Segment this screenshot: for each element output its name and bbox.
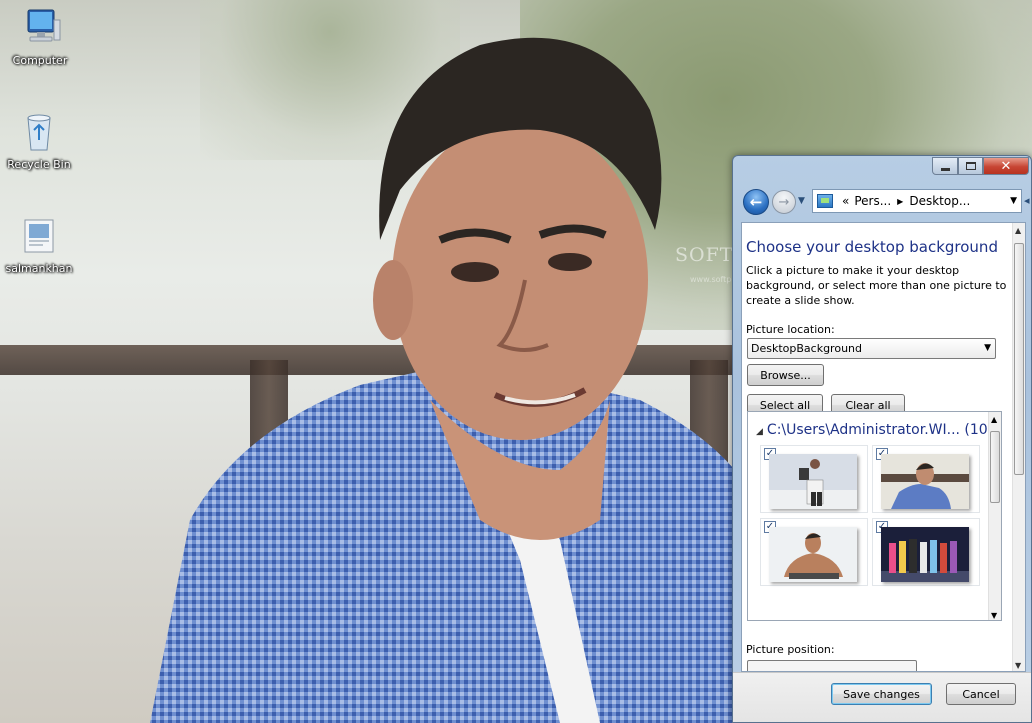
scroll-up-icon[interactable]: ▲ <box>991 415 997 424</box>
theme-file-icon <box>24 219 54 253</box>
desktop-icon-recycle-bin[interactable]: Recycle Bin <box>1 110 77 171</box>
content-scrollbar[interactable]: ▲ ▼ <box>1012 223 1025 671</box>
gallery-group-header[interactable]: ◢ C:\Users\Administrator.WI... (10) <box>756 422 993 438</box>
scroll-down-icon[interactable]: ▼ <box>1015 661 1021 670</box>
window-controls: ✕ <box>932 157 1029 175</box>
picture-location-select[interactable]: DesktopBackground ▼ <box>747 338 996 359</box>
thumbnail-image <box>881 454 969 509</box>
picture-location-value: DesktopBackground <box>751 342 862 355</box>
content-inner: Choose your desktop background Click a p… <box>742 223 1014 671</box>
save-changes-button[interactable]: Save changes <box>831 683 932 705</box>
gallery-scroll-thumb[interactable] <box>990 431 1000 503</box>
maximize-icon <box>965 162 976 170</box>
gallery-scrollbar[interactable]: ▲ ▼ <box>988 412 1001 620</box>
collapse-caret-icon[interactable]: ◢ <box>756 427 763 437</box>
breadcrumb-separator-icon[interactable]: ▶ <box>897 197 903 206</box>
back-arrow-icon: ← <box>749 193 763 211</box>
desktop-icon-label: Recycle Bin <box>7 158 71 171</box>
breadcrumb-desktop-background[interactable]: Desktop... <box>909 194 970 208</box>
picture-position-select[interactable] <box>747 660 917 671</box>
recycle-bin-icon <box>27 114 51 151</box>
minimize-icon <box>940 167 950 171</box>
breadcrumb-overflow[interactable]: « <box>842 194 849 208</box>
wallpaper-thumbnail[interactable]: ✓ <box>872 518 980 586</box>
desktop-icon-label: salmankhan <box>5 262 73 275</box>
address-dropdown-icon[interactable]: ▼ <box>1010 196 1017 206</box>
thumbnail-image <box>769 454 857 509</box>
picture-position-label: Picture position: <box>746 643 835 656</box>
gallery-group-title: C:\Users\Administrator.WI... (10) <box>766 422 994 438</box>
refresh-icon[interactable]: ◂ <box>1024 194 1031 207</box>
navigation-bar: ← → ▼ « Pers... ▶ Desktop... ▼ ◂ <box>741 186 1031 216</box>
wallpaper-thumbnail[interactable]: ✓ <box>760 518 868 586</box>
desktop-icon-label: Computer <box>12 54 68 67</box>
close-button[interactable]: ✕ <box>983 157 1029 175</box>
maximize-button[interactable] <box>958 157 983 175</box>
chevron-down-icon: ▼ <box>984 343 991 353</box>
thumbnail-image <box>769 527 857 582</box>
desktop-icon-computer[interactable]: Computer <box>2 6 78 67</box>
scroll-down-icon[interactable]: ▼ <box>991 611 997 620</box>
computer-icon <box>27 9 61 42</box>
recent-pages-dropdown[interactable]: ▼ <box>798 196 805 206</box>
desktop-background-window: ✕ ← → ▼ « Pers... ▶ Desktop... ▼ ◂ Choos… <box>732 155 1032 723</box>
content-pane: Choose your desktop background Click a p… <box>741 222 1026 672</box>
picture-gallery: ◢ C:\Users\Administrator.WI... (10) ✓ ✓ … <box>747 411 1002 621</box>
browse-button[interactable]: Browse... <box>747 364 824 386</box>
cancel-button[interactable]: Cancel <box>946 683 1016 705</box>
dialog-footer: Save changes Cancel <box>733 672 1031 722</box>
breadcrumb-personalization[interactable]: Pers... <box>854 194 891 208</box>
forward-button[interactable]: → <box>772 190 796 214</box>
control-panel-icon <box>817 194 833 208</box>
forward-arrow-icon: → <box>778 194 790 210</box>
minimize-button[interactable] <box>932 157 958 175</box>
address-bar[interactable]: « Pers... ▶ Desktop... ▼ <box>812 189 1022 213</box>
back-button[interactable]: ← <box>743 189 769 215</box>
page-title: Choose your desktop background <box>746 238 998 256</box>
wallpaper-thumbnail[interactable]: ✓ <box>760 445 868 513</box>
wallpaper-thumbnail[interactable]: ✓ <box>872 445 980 513</box>
desktop-icon-salmankhan[interactable]: salmankhan <box>1 214 77 275</box>
thumbnail-image <box>881 527 969 582</box>
scroll-up-icon[interactable]: ▲ <box>1015 226 1021 235</box>
content-scroll-thumb[interactable] <box>1014 243 1024 475</box>
page-description: Click a picture to make it your desktop … <box>746 264 1007 307</box>
picture-location-label: Picture location: <box>746 323 835 336</box>
